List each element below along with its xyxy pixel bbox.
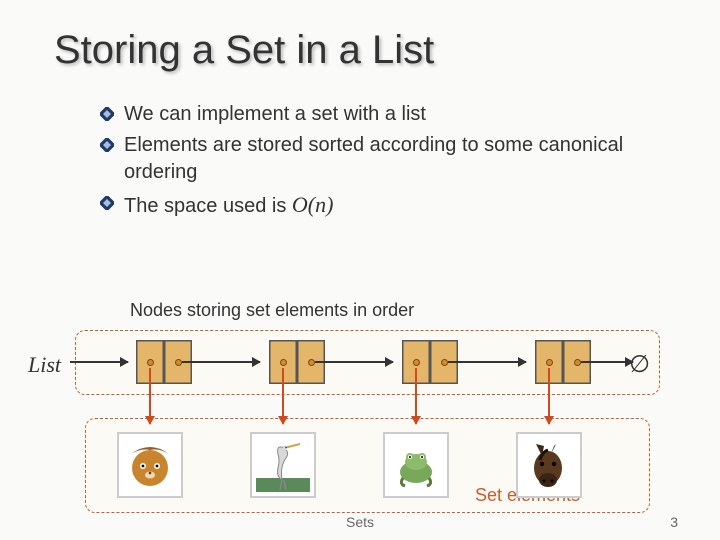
footer-center: Sets [346,514,374,530]
bullet-list: We can implement a set with a list Eleme… [100,101,660,220]
text-span: The space used is [124,195,292,217]
pointer-dot [280,359,287,366]
arrow-element [149,368,151,424]
pointer-dot [175,359,182,366]
bullet-icon [100,196,114,210]
pointer-dot [308,359,315,366]
element-image [117,432,183,498]
pointer-dot [441,359,448,366]
bullet-text: Elements are stored sorted according to … [124,132,660,186]
pointer-dot [574,359,581,366]
page-number: 3 [670,514,678,530]
arrow-next [448,361,526,363]
slide-title: Storing a Set in a List [54,28,690,73]
arrow-next [315,361,393,363]
element-image [383,432,449,498]
bullet-icon [100,107,114,121]
arrow-next [70,361,128,363]
bullet-item: The space used is O(n) [100,190,660,220]
arrow-next [581,361,633,363]
bullet-text: We can implement a set with a list [124,101,660,128]
bullet-item: Elements are stored sorted according to … [100,132,660,186]
caption-nodes: Nodes storing set elements in order [130,300,414,321]
element-image [250,432,316,498]
bullet-text: The space used is O(n) [124,190,660,220]
list-label: List [28,352,61,378]
paren: ) [326,192,333,217]
pointer-dot [413,359,420,366]
arrow-element [415,368,417,424]
paren: ( [308,192,315,217]
bullet-icon [100,138,114,152]
big-o: O [292,192,308,217]
arrow-element [548,368,550,424]
var-n: n [315,192,326,217]
bullet-item: We can implement a set with a list [100,101,660,128]
element-image [516,432,582,498]
pointer-dot [546,359,553,366]
arrow-next [182,361,260,363]
pointer-dot [147,359,154,366]
arrow-element [282,368,284,424]
